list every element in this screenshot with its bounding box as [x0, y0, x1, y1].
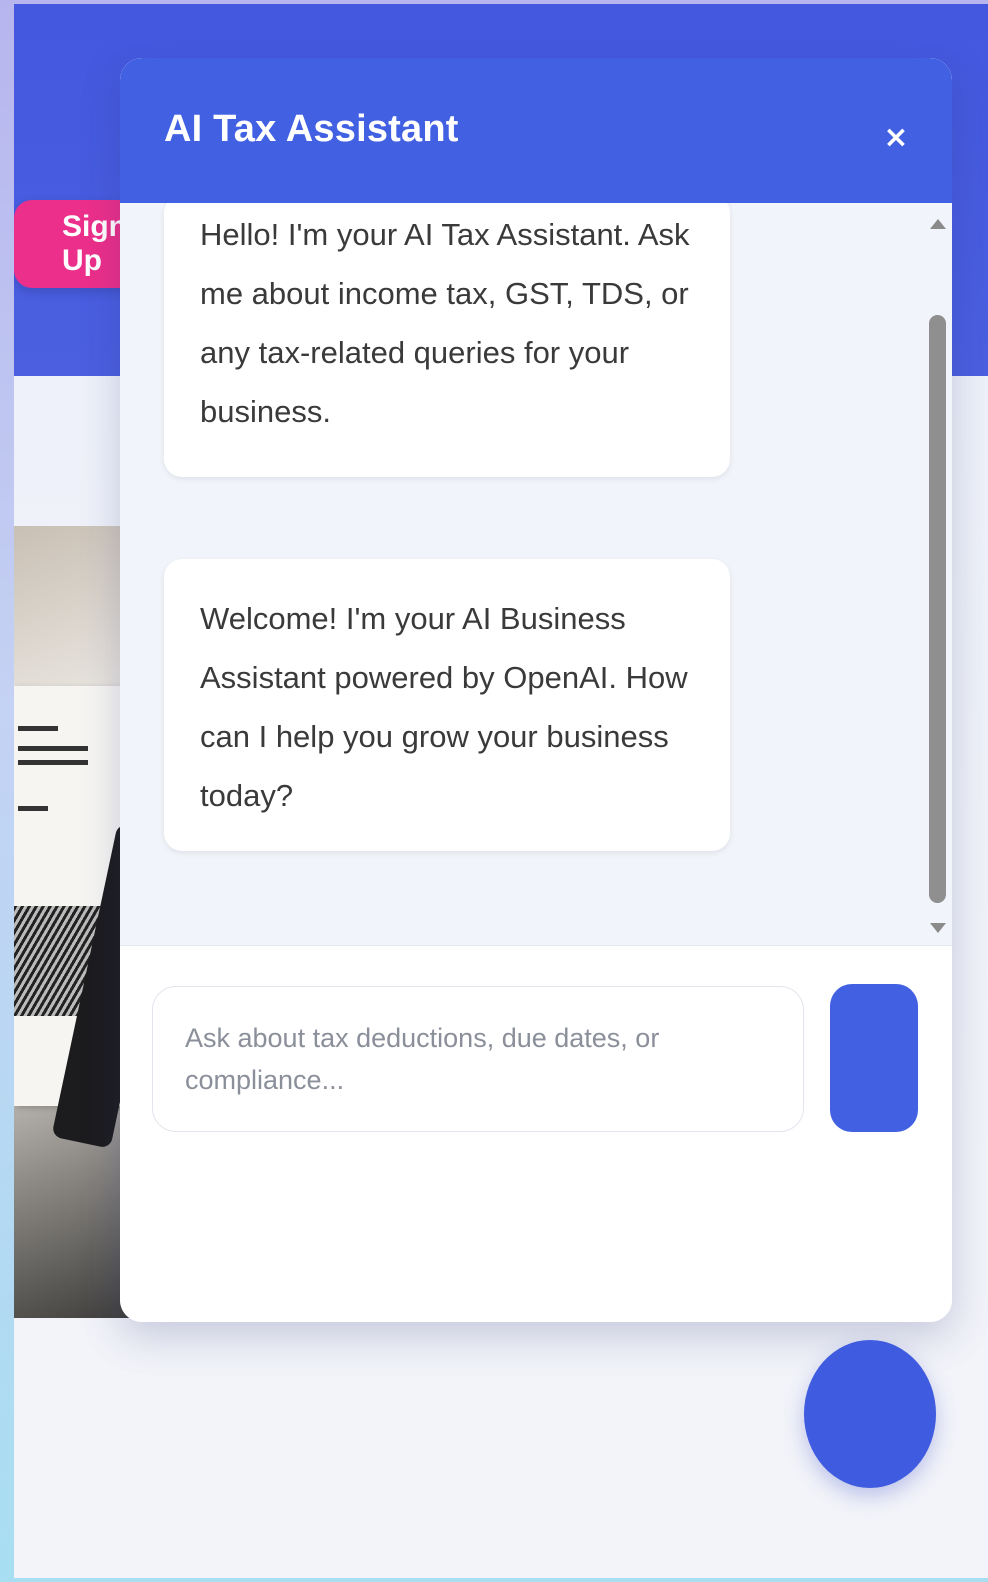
arrow-up-icon[interactable] — [930, 219, 946, 229]
chat-toggle-button[interactable] — [804, 1340, 936, 1488]
assistant-message: Hello! I'm your AI Tax Assistant. Ask me… — [164, 203, 730, 477]
scrollbar-thumb[interactable] — [929, 315, 946, 903]
arrow-down-icon[interactable] — [930, 923, 946, 933]
close-icon[interactable]: × — [876, 118, 916, 158]
chat-input[interactable] — [152, 986, 804, 1132]
send-button[interactable] — [830, 984, 918, 1132]
message-list[interactable]: Hello! I'm your AI Tax Assistant. Ask me… — [120, 203, 952, 945]
chat-scrollbar[interactable] — [926, 211, 948, 939]
chat-widget: AI Tax Assistant × Hello! I'm your AI Ta… — [120, 58, 952, 1322]
assistant-message: Welcome! I'm your AI Business Assistant … — [164, 559, 730, 851]
chat-input-area — [120, 945, 952, 1322]
chat-header: AI Tax Assistant × — [120, 58, 952, 203]
chat-title: AI Tax Assistant — [164, 108, 459, 150]
